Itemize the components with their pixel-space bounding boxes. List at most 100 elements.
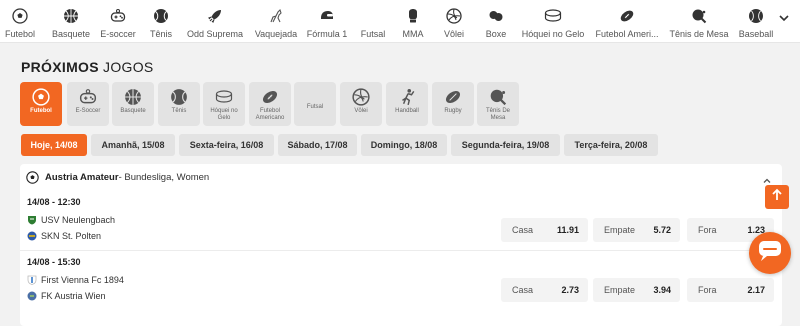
sport-tile-basquete[interactable]: Basquete (112, 82, 154, 126)
hockey-puck-icon (215, 88, 233, 106)
sport-tile-tenis-de-mesa[interactable]: Tênis De Mesa (477, 82, 519, 126)
nav-item-label: Boxe (485, 29, 507, 39)
date-tab-segunda[interactable]: Segunda-feira, 19/08 (451, 134, 560, 156)
nav-item-label: Baseball (738, 29, 774, 39)
odd-label: Fora (698, 225, 717, 235)
date-tab-hoje[interactable]: Hoje, 14/08 (21, 134, 87, 156)
sport-tile-futebol[interactable]: Futebol (20, 82, 62, 126)
odd-label: Empate (604, 225, 636, 235)
odd-button-casa[interactable]: Casa 11.91 (501, 218, 588, 242)
odd-value: 2.73 (561, 285, 579, 295)
hockey-puck-icon (544, 7, 562, 25)
chat-button[interactable] (749, 232, 791, 274)
racing-helmet-icon (318, 7, 336, 25)
sport-tile-volei[interactable]: Vôlei (340, 82, 382, 126)
odd-value: 2.17 (747, 285, 765, 295)
sport-tile-rugby[interactable]: Rugby (432, 82, 474, 126)
away-team: SKN St. Polten (27, 231, 101, 241)
team-crest-icon (27, 231, 37, 241)
nav-item-hoquei-no-gelo[interactable]: Hóquei no Gelo (515, 7, 591, 39)
rocket-icon (206, 7, 224, 25)
sport-tile-label: Handball (395, 108, 419, 114)
arrow-up-icon (770, 188, 784, 207)
odd-value: 5.72 (653, 225, 671, 235)
odd-button-empate[interactable]: Empate 3.94 (593, 278, 680, 302)
team-crest-icon (27, 291, 37, 301)
sport-tile-futebol-americano[interactable]: Futebol Americano (249, 82, 291, 126)
odd-label: Casa (512, 225, 534, 235)
odd-value: 3.94 (653, 285, 671, 295)
home-team: First Vienna Fc 1894 (27, 275, 124, 285)
volleyball-icon (352, 88, 370, 106)
basketball-icon (124, 88, 142, 106)
american-football-icon (261, 88, 279, 106)
section-title-bold: PRÓXIMOS (21, 59, 99, 75)
date-tab-amanha[interactable]: Amanhã, 15/08 (91, 134, 175, 156)
soccer-ball-icon (11, 7, 29, 25)
date-tab-sabado[interactable]: Sábado, 17/08 (278, 134, 357, 156)
divider (20, 250, 782, 251)
sport-tile-label: Rugby (444, 108, 462, 114)
nav-item-label: Futebol (4, 29, 36, 39)
gamepad-icon (79, 88, 97, 106)
team-crest-icon (27, 215, 37, 225)
sport-tile-label: Futebol Americano (255, 108, 285, 121)
boxing-gloves-icon (487, 7, 505, 25)
sport-tile-label: E-Soccer (75, 108, 101, 114)
soccer-ball-icon (26, 171, 39, 184)
basketball-icon (62, 7, 80, 25)
chevron-up-icon[interactable] (762, 173, 772, 183)
match-time: 14/08 - 15:30 (27, 257, 81, 267)
tennis-ball-icon (152, 7, 170, 25)
soccer-ball-icon (32, 88, 50, 106)
sport-tile-label: Vôlei (354, 108, 368, 114)
sport-tile-label: Tênis De Mesa (485, 108, 510, 121)
date-tab-terca[interactable]: Terça-feira, 20/08 (564, 134, 658, 156)
league-header[interactable]: Austria Amateur - Bundesliga, Women (26, 171, 209, 184)
nav-item-label: Futebol Ameri... (595, 29, 659, 39)
league-name: Austria Amateur (45, 172, 119, 183)
sport-tile-futsal[interactable]: Futsal (294, 82, 336, 126)
home-team-name: USV Neulengbach (41, 215, 116, 225)
nav-item-futebol-americano[interactable]: Futebol Ameri... (589, 7, 665, 39)
section-title: PRÓXIMOS JOGOS (21, 59, 154, 75)
date-tab-sexta[interactable]: Sexta-feira, 16/08 (179, 134, 274, 156)
home-team: USV Neulengbach (27, 215, 115, 225)
match-time: 14/08 - 12:30 (27, 197, 81, 207)
odd-label: Empate (604, 285, 636, 295)
scroll-to-top-button[interactable] (765, 185, 789, 209)
sport-tile-label: Hóquei no Gelo (210, 108, 238, 121)
sport-tile-label: Futsal (306, 104, 324, 110)
sport-tile-e-soccer[interactable]: E-Soccer (67, 82, 109, 126)
odd-button-fora[interactable]: Fora 2.17 (687, 278, 774, 302)
tennis-ball-icon (170, 88, 188, 106)
sport-tile-label: Tênis (171, 108, 187, 114)
odd-button-casa[interactable]: Casa 2.73 (501, 278, 588, 302)
handball-icon (398, 88, 416, 106)
nav-item-label: Hóquei no Gelo (521, 29, 585, 39)
baseball-icon (747, 7, 765, 25)
nav-item-label: Odd Suprema (186, 29, 244, 39)
date-tab-domingo[interactable]: Domingo, 18/08 (361, 134, 447, 156)
rugby-ball-icon (444, 88, 462, 106)
team-crest-icon (27, 275, 37, 285)
nav-item-label: Tênis (149, 29, 172, 39)
odd-button-empate[interactable]: Empate 5.72 (593, 218, 680, 242)
away-team-name: FK Austria Wien (41, 291, 106, 301)
section-title-rest: JOGOS (98, 59, 154, 75)
sport-tile-label: Futebol (30, 108, 52, 114)
odd-value: 11.91 (556, 225, 579, 235)
horse-icon (267, 7, 285, 25)
sport-tile-label: Basquete (120, 108, 146, 114)
sport-tile-hoquei-no-gelo[interactable]: Hóquei no Gelo (203, 82, 245, 126)
sport-tile-tenis[interactable]: Tênis (158, 82, 200, 126)
sports-nav-bar: Futebol Basquete E-soccer Tênis Odd Supr… (0, 0, 800, 43)
table-tennis-icon (690, 7, 708, 25)
sport-tile-handball[interactable]: Handball (386, 82, 428, 126)
american-football-icon (618, 7, 636, 25)
odd-label: Casa (512, 285, 534, 295)
chevron-down-icon[interactable] (776, 10, 792, 26)
table-tennis-icon (489, 88, 507, 106)
odd-label: Fora (698, 285, 717, 295)
league-subtitle: - Bundesliga, Women (118, 172, 210, 183)
